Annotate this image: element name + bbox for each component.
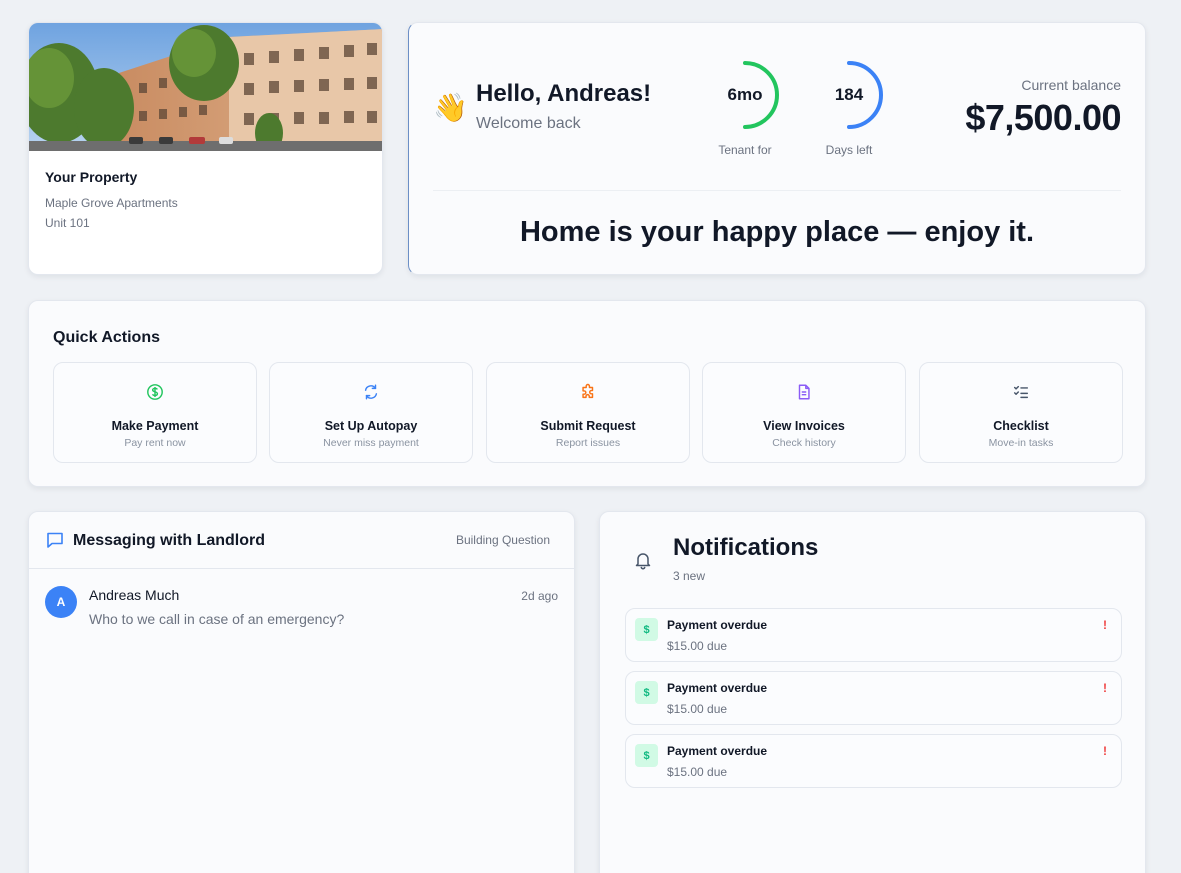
property-card: Your Property Maple Grove Apartments Uni… — [28, 22, 383, 275]
alert-indicator: ! — [1103, 744, 1107, 758]
make-payment-label: Make Payment — [111, 419, 199, 433]
set-up-autopay-button[interactable]: Set Up Autopay Never miss payment — [269, 362, 473, 463]
notification-item[interactable]: $ Payment overdue $15.00 due ! — [625, 608, 1122, 662]
message-text: Who to we call in case of an emergency? — [89, 611, 345, 627]
make-payment-subtitle: Pay rent now — [124, 437, 186, 449]
balance-label: Current balance — [1021, 77, 1121, 93]
messaging-header: Messaging with Landlord Building Questio… — [29, 512, 574, 569]
puzzle-icon — [487, 383, 689, 403]
notifications-count: 3 new — [673, 569, 706, 583]
greeting-subtitle: Welcome back — [476, 115, 581, 132]
alert-indicator: ! — [1103, 681, 1107, 695]
waving-hand-icon: 👋 — [433, 92, 468, 123]
checklist-label: Checklist — [993, 419, 1049, 433]
notification-item[interactable]: $ Payment overdue $15.00 due ! — [625, 671, 1122, 725]
checklist-icon — [920, 383, 1122, 403]
submit-request-label: Submit Request — [540, 419, 636, 433]
message-author: Andreas Much — [89, 587, 180, 603]
checklist-subtitle: Move-in tasks — [988, 437, 1054, 449]
motto-text: Home is your happy place — enjoy it. — [519, 216, 1035, 248]
view-invoices-button[interactable]: View Invoices Check history — [702, 362, 906, 463]
dollar-icon: $ — [635, 618, 658, 641]
messaging-title: Messaging with Landlord — [73, 532, 266, 549]
avatar: A — [45, 586, 77, 618]
divider — [433, 190, 1121, 191]
notifications-card: Notifications 3 new $ Payment overdue $1… — [599, 511, 1146, 873]
property-building: Maple Grove Apartments — [45, 196, 178, 210]
messaging-card: Messaging with Landlord Building Questio… — [28, 511, 575, 873]
greeting-title: Hello, Andreas! — [476, 80, 652, 107]
set-up-autopay-subtitle: Never miss payment — [323, 437, 419, 449]
days-left-label: Days left — [825, 143, 873, 157]
dollar-icon: $ — [635, 681, 658, 704]
tenant-duration-label: Tenant for — [718, 143, 772, 157]
view-invoices-subtitle: Check history — [772, 437, 836, 449]
refresh-icon — [270, 383, 472, 403]
dollar-icon: $ — [635, 744, 658, 767]
notification-title: Payment overdue — [667, 618, 768, 632]
greeting-card: 👋 Hello, Andreas! Welcome back 6mo Tenan… — [408, 22, 1146, 275]
notification-amount: $15.00 due — [667, 702, 728, 716]
checklist-button[interactable]: Checklist Move-in tasks — [919, 362, 1123, 463]
chat-bubble-icon — [47, 532, 63, 548]
conversation-topic[interactable]: Building Question — [456, 533, 550, 547]
bell-icon — [635, 553, 651, 570]
balance-value: $7,500.00 — [965, 97, 1121, 138]
quick-actions-title: Quick Actions — [53, 329, 160, 346]
tenant-duration-value: 6mo — [727, 85, 763, 104]
notification-amount: $15.00 due — [667, 639, 728, 653]
dollar-circle-icon — [54, 383, 256, 403]
property-photo — [29, 23, 382, 151]
make-payment-button[interactable]: Make Payment Pay rent now — [53, 362, 257, 463]
notification-item[interactable]: $ Payment overdue $15.00 due ! — [625, 734, 1122, 788]
alert-indicator: ! — [1103, 618, 1107, 632]
view-invoices-label: View Invoices — [763, 419, 845, 433]
notification-title: Payment overdue — [667, 681, 768, 695]
submit-request-subtitle: Report issues — [555, 437, 621, 449]
quick-actions-card: Quick Actions Make Payment Pay rent now … — [28, 300, 1146, 487]
notifications-title: Notifications — [673, 534, 819, 561]
submit-request-button[interactable]: Submit Request Report issues — [486, 362, 690, 463]
set-up-autopay-label: Set Up Autopay — [324, 419, 418, 433]
notification-title: Payment overdue — [667, 744, 768, 758]
days-left-value: 184 — [834, 85, 864, 104]
notification-amount: $15.00 due — [667, 765, 728, 779]
property-title: Your Property — [45, 169, 138, 185]
document-icon — [703, 383, 905, 403]
message-timestamp: 2d ago — [521, 589, 558, 603]
property-unit: Unit 101 — [45, 216, 90, 230]
